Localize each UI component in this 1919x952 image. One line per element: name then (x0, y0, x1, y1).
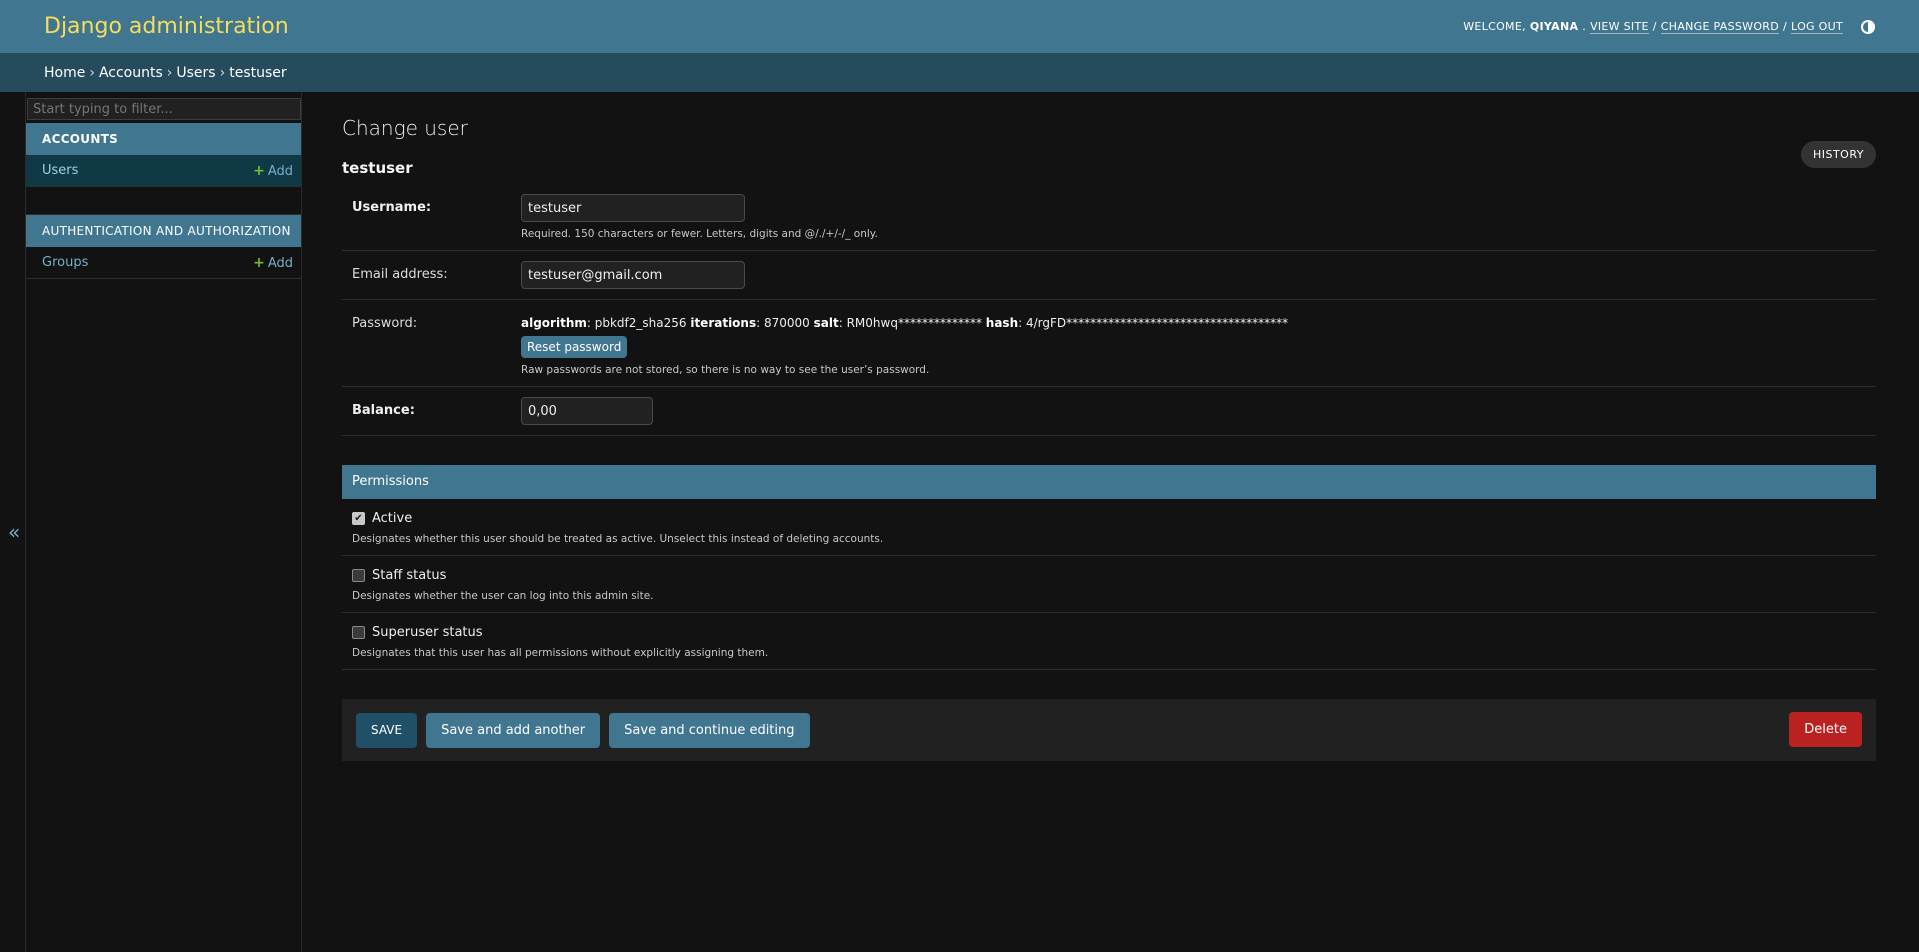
balance-field[interactable]: 0,00 (521, 397, 653, 425)
module-caption-accounts[interactable]: ACCOUNTS (26, 123, 301, 155)
submit-row: SAVE Save and add another Save and conti… (342, 699, 1876, 761)
breadcrumb-current: testuser (229, 64, 287, 81)
breadcrumb-separator: › (219, 64, 226, 81)
form-row-username: Username: testuser Required. 150 charact… (342, 184, 1876, 251)
permission-active-row: ✔ Active Designates whether this user sh… (342, 499, 1876, 556)
save-and-continue-button[interactable]: Save and continue editing (609, 712, 810, 748)
breadcrumb: Home › Accounts › Users › testuser (0, 53, 1919, 92)
permissions-caption: Permissions (342, 465, 1876, 499)
page-title: Change user (342, 116, 468, 140)
superuser-status-checkbox[interactable] (352, 626, 365, 639)
theme-toggle-icon[interactable] (1861, 19, 1875, 34)
save-and-add-another-button[interactable]: Save and add another (426, 712, 601, 748)
nav-sidebar: ACCOUNTS Users +Add AUTHENTICATION AND A… (26, 92, 302, 952)
collapse-sidebar-icon[interactable]: « (8, 520, 20, 544)
sidebar-toggle-column: « (0, 92, 26, 952)
view-site-link[interactable]: VIEW SITE (1590, 20, 1649, 34)
sidebar-item-users: Users + Add (26, 155, 301, 187)
email-field[interactable]: testuser@gmail.com (521, 261, 745, 289)
save-button[interactable]: SAVE (356, 712, 418, 748)
active-label[interactable]: Active (372, 511, 412, 526)
username-label: Username: (352, 200, 432, 215)
user-tools: WELCOME, QIYANA. VIEW SITE / CHANGE PASS… (1463, 19, 1875, 34)
user-form: Username: testuser Required. 150 charact… (342, 184, 1876, 436)
welcome-text: WELCOME, (1463, 20, 1526, 33)
staff-status-checkbox[interactable] (352, 569, 365, 582)
header: Django administration WELCOME, QIYANA. V… (0, 0, 1919, 53)
separator: / (1652, 20, 1657, 33)
breadcrumb-separator: › (89, 64, 95, 81)
nav-filter-input[interactable] (27, 98, 301, 120)
staff-status-label[interactable]: Staff status (372, 568, 446, 583)
superuser-status-help: Designates that this user has all permis… (352, 647, 769, 659)
welcome-username: QIYANA (1529, 20, 1579, 33)
object-name: testuser (342, 159, 413, 177)
password-help: Raw passwords are not stored, so there i… (521, 364, 930, 376)
password-label: Password: (352, 316, 418, 331)
content: Change user testuser HISTORY Username: t… (302, 92, 1919, 952)
delete-button[interactable]: Delete (1789, 712, 1862, 747)
sidebar-item-groups-link[interactable]: Groups (42, 255, 88, 270)
username-help: Required. 150 characters or fewer. Lette… (521, 228, 878, 240)
plus-icon: + (253, 162, 265, 179)
staff-status-help: Designates whether the user can log into… (352, 590, 654, 602)
superuser-status-label[interactable]: Superuser status (372, 625, 483, 640)
add-group-link[interactable]: + Add (253, 255, 293, 271)
change-password-link[interactable]: CHANGE PASSWORD (1660, 20, 1780, 34)
breadcrumb-users[interactable]: Users (176, 65, 215, 81)
breadcrumb-separator: › (166, 64, 173, 81)
module-caption-auth[interactable]: AUTHENTICATION AND AUTHORIZATION (26, 215, 301, 247)
email-label: Email address: (352, 267, 448, 282)
breadcrumb-home[interactable]: Home (44, 65, 85, 81)
password-summary: algorithm: pbkdf2_sha256 iterations: 870… (521, 316, 1289, 330)
log-out-link[interactable]: LOG OUT (1791, 20, 1843, 34)
permission-staff-row: Staff status Designates whether the user… (342, 556, 1876, 613)
module-spacer (26, 187, 301, 215)
separator: / (1783, 20, 1788, 33)
module-auth: AUTHENTICATION AND AUTHORIZATION Groups … (26, 215, 301, 279)
history-button[interactable]: HISTORY (1800, 141, 1876, 168)
username-field[interactable]: testuser (521, 194, 745, 222)
reset-password-button[interactable]: Reset password (521, 336, 628, 358)
module-accounts: ACCOUNTS Users + Add (26, 123, 301, 187)
sidebar-item-users-link[interactable]: Users (42, 163, 78, 178)
main-container: « ACCOUNTS Users +Add AUTHENTICATION AND… (0, 92, 1919, 952)
form-row-balance: Balance: 0,00 (342, 387, 1876, 436)
breadcrumb-accounts[interactable]: Accounts (99, 65, 163, 81)
balance-label: Balance: (352, 403, 415, 418)
active-checkbox[interactable]: ✔ (352, 512, 365, 525)
active-help: Designates whether this user should be t… (352, 533, 884, 545)
welcome-suffix: . (1582, 20, 1587, 33)
form-row-email: Email address: testuser@gmail.com (342, 251, 1876, 300)
plus-icon: + (253, 254, 265, 271)
site-branding[interactable]: Django administration (44, 14, 289, 39)
form-row-password: Password: algorithm: pbkdf2_sha256 itera… (342, 300, 1876, 387)
permission-superuser-row: Superuser status Designates that this us… (342, 613, 1876, 670)
sidebar-item-groups: Groups + Add (26, 247, 301, 279)
add-user-link[interactable]: + Add (253, 163, 293, 179)
